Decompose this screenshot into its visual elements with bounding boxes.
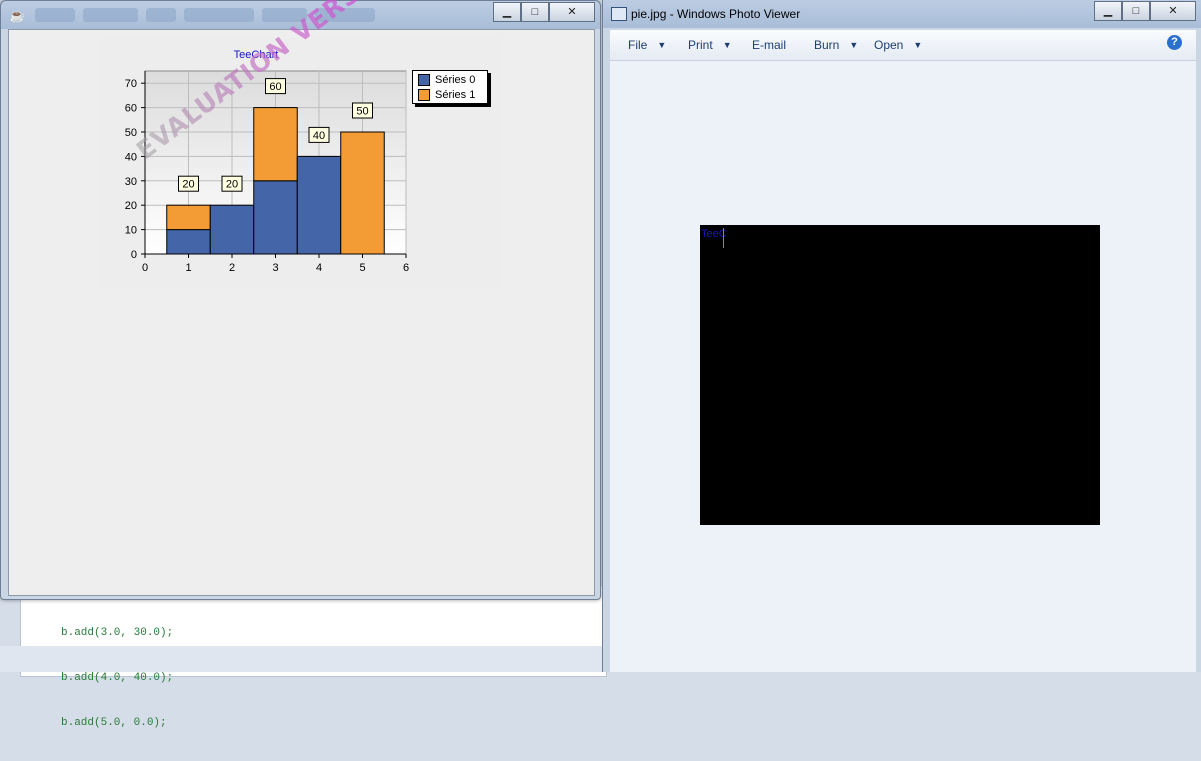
photo-viewer-titlebar[interactable]: pie.jpg - Windows Photo Viewer ▁ □ ✕ [603, 0, 1201, 28]
menu-label: E-mail [752, 38, 787, 52]
code-line: b.add(5.0, 0.0); [61, 717, 167, 729]
menu-label: Open [874, 38, 904, 52]
java-window-controls: ▁ □ ✕ [493, 2, 595, 22]
x-tick-label: 4 [316, 262, 322, 274]
chevron-down-icon: ▼ [657, 40, 667, 50]
bar-series-0 [209, 204, 255, 255]
bar-series-0 [253, 180, 298, 255]
y-tick-label: 20 [125, 200, 137, 212]
data-label: 40 [313, 130, 325, 142]
window-title: pie.jpg - Windows Photo Viewer [631, 7, 801, 21]
blurred-background-tabs [31, 5, 491, 25]
y-tick-label: 40 [125, 151, 137, 163]
legend-item-series-1: Séries 1 [418, 88, 475, 102]
chevron-down-icon: ▼ [913, 40, 923, 50]
displayed-photo: TeeC [700, 225, 1100, 525]
help-icon[interactable]: ? [1167, 35, 1182, 50]
code-line: b.add(4.0, 40.0); [61, 672, 174, 684]
legend-swatch-series-0 [418, 74, 430, 86]
x-tick-label: 5 [359, 262, 365, 274]
teechart-panel[interactable]: 01020304050607001234562020604050 TeeChar… [101, 0, 501, 287]
menu-label: File [628, 38, 648, 52]
bar-series-0 [166, 229, 211, 255]
menu-email[interactable]: E-mail [752, 38, 786, 52]
y-tick-label: 30 [125, 176, 137, 188]
y-tick-label: 0 [131, 249, 137, 261]
menu-print[interactable]: Print ▼ [688, 38, 732, 52]
background-strip [0, 646, 605, 672]
chevron-down-icon: ▼ [722, 40, 732, 50]
close-button[interactable]: ✕ [549, 2, 595, 22]
x-tick-label: 2 [229, 262, 235, 274]
bar-series-1 [340, 131, 385, 255]
code-lines: b.add(3.0, 30.0); b.add(4.0, 40.0); b.ad… [61, 596, 173, 761]
minimize-button[interactable]: ▁ [1094, 1, 1122, 21]
x-tick-label: 6 [403, 262, 409, 274]
maximize-button[interactable]: □ [1122, 1, 1150, 21]
menu-burn[interactable]: Burn ▼ [814, 38, 858, 52]
x-tick-label: 0 [142, 262, 148, 274]
java-window-content: 01020304050607001234562020604050 TeeChar… [8, 0, 595, 596]
bar-series-1 [253, 107, 298, 182]
chart-legend: Séries 0 Séries 1 [412, 70, 488, 104]
data-label: 20 [182, 179, 194, 191]
x-tick-label: 1 [185, 262, 191, 274]
legend-label: Séries 0 [435, 74, 476, 86]
java-chart-window: ☕ ▁ □ ✕ 0 10 20 30 40 50 60 70 0 1 2 3 4 5 6 20 20 60 40 50… [0, 0, 601, 600]
data-label: 60 [269, 81, 281, 93]
menu-label: Print [688, 38, 713, 52]
text-cursor [723, 228, 724, 248]
close-button[interactable]: ✕ [1150, 1, 1196, 21]
photo-viewer-menubar: File ▼ Print ▼ E-mail Burn ▼ Open ▼ ? [610, 30, 1196, 61]
java-coffee-icon[interactable]: ☕ [9, 8, 25, 24]
bar-series-1 [166, 204, 211, 231]
minimize-button[interactable]: ▁ [493, 2, 521, 22]
legend-swatch-series-1 [418, 89, 430, 101]
photo-viewer-window: pie.jpg - Windows Photo Viewer ▁ □ ✕ Fil… [602, 0, 1201, 672]
menu-file[interactable]: File ▼ [628, 38, 666, 52]
data-label: 20 [226, 179, 238, 191]
photo-viewer-canvas[interactable]: TeeC [610, 61, 1196, 672]
y-tick-label: 70 [125, 78, 137, 90]
menu-label: Burn [814, 38, 840, 52]
code-line: b.add(3.0, 30.0); [61, 627, 174, 639]
photo-viewer-window-controls: ▁ □ ✕ [1094, 1, 1196, 21]
bar-series-0 [296, 155, 342, 255]
y-tick-label: 60 [125, 103, 137, 115]
x-tick-label: 3 [272, 262, 278, 274]
y-tick-label: 10 [125, 225, 137, 237]
chevron-down-icon: ▼ [849, 40, 859, 50]
menu-open[interactable]: Open ▼ [874, 38, 922, 52]
legend-label: Séries 1 [435, 89, 476, 101]
maximize-button[interactable]: □ [521, 2, 549, 22]
legend-item-series-0: Séries 0 [418, 73, 475, 87]
data-label: 50 [356, 106, 368, 118]
photo-viewer-app-icon[interactable] [611, 7, 627, 21]
